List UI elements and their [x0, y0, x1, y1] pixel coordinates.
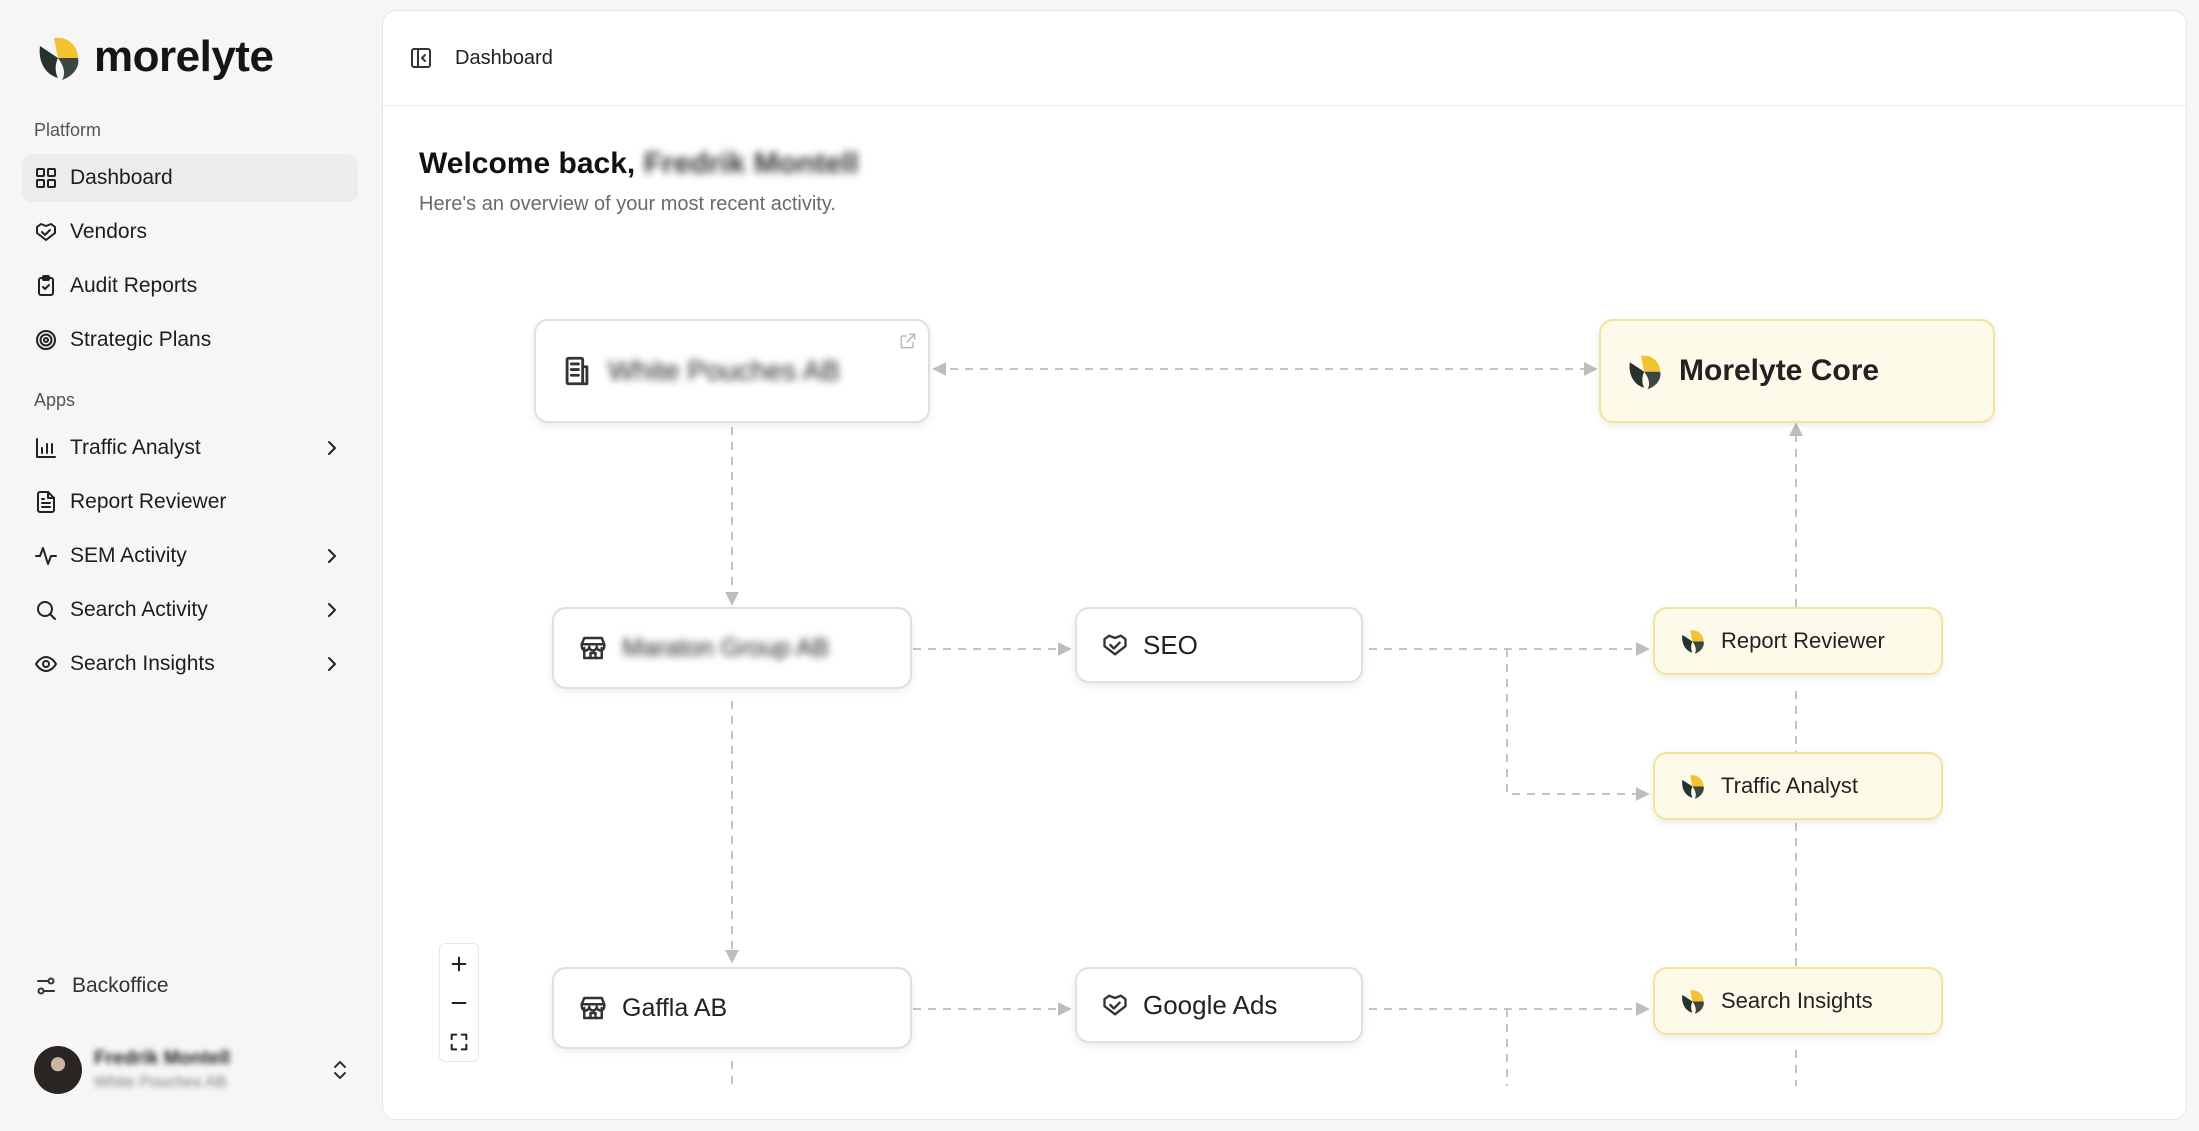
- zoom-in-button[interactable]: [440, 944, 478, 983]
- google-ads-node-label: Google Ads: [1143, 989, 1278, 1020]
- node-report-reviewer[interactable]: Report Reviewer: [1653, 607, 1943, 675]
- user-menu[interactable]: Fredrik Montell White Pouches AB: [34, 1044, 352, 1096]
- sidebar-item-label: Dashboard: [70, 166, 173, 189]
- sidebar-item-label: Search Activity: [70, 598, 208, 621]
- backoffice-label: Backoffice: [72, 974, 169, 997]
- traffic-analyst-node-label: Traffic Analyst: [1721, 773, 1858, 798]
- core-node-label: Morelyte Core: [1679, 354, 1880, 387]
- panel-left-icon: [411, 48, 431, 68]
- handshake-icon: [34, 220, 58, 244]
- sidebar-item-strategic-plans[interactable]: Strategic Plans: [22, 316, 358, 364]
- sliders-icon: [37, 977, 55, 995]
- sidebar-item-label: Report Reviewer: [70, 490, 227, 513]
- sidebar-item-label: Strategic Plans: [70, 328, 212, 351]
- platform-section-label: Platform: [34, 120, 102, 140]
- fit-view-button[interactable]: [440, 1022, 478, 1061]
- store-icon: [578, 633, 608, 663]
- target-icon: [34, 328, 58, 352]
- eye-icon: [34, 652, 58, 676]
- node-vendor-gaffla[interactable]: Gaffla AB: [552, 967, 912, 1049]
- user-org: White Pouches AB: [94, 1074, 227, 1091]
- morelyte-logo-icon: [1679, 627, 1707, 655]
- sidebar-item-search-activity[interactable]: Search Activity: [22, 586, 358, 634]
- morelyte-logo-icon: [39, 37, 79, 80]
- report-reviewer-node-label: Report Reviewer: [1721, 628, 1885, 653]
- sidebar-item-label: SEM Activity: [70, 544, 187, 567]
- sidebar-item-vendors[interactable]: Vendors: [22, 208, 358, 256]
- chevron-right-icon[interactable]: [320, 436, 344, 460]
- layout-grid-icon: [34, 166, 58, 190]
- top-bar: Dashboard: [383, 11, 2186, 106]
- sidebar-item-search-insights[interactable]: Search Insights: [22, 640, 358, 688]
- brand-logo[interactable]: morelyte: [34, 32, 274, 82]
- sidebar-item-label: Search Insights: [70, 652, 215, 675]
- sidebar-toggle-button[interactable]: [409, 46, 433, 70]
- sidebar-item-report-reviewer[interactable]: Report Reviewer: [22, 478, 358, 526]
- sidebar-item-audit-reports[interactable]: Audit Reports: [22, 262, 358, 310]
- zoom-out-button[interactable]: [440, 983, 478, 1022]
- vendor2-node-label: Gaffla AB: [622, 993, 728, 1022]
- apps-section-label: Apps: [34, 390, 76, 410]
- flow-controls: [439, 943, 479, 1062]
- sidebar-item-label: Traffic Analyst: [70, 436, 201, 459]
- maximize-icon: [450, 1033, 468, 1050]
- vendor1-node-label: Maraton Group AB: [622, 633, 830, 662]
- avatar: [34, 1046, 82, 1094]
- welcome-user-name: Fredrik Montell: [643, 147, 859, 180]
- user-name: Fredrik Montell: [94, 1048, 231, 1069]
- bar-chart-icon: [34, 436, 58, 460]
- node-seo[interactable]: SEO: [1075, 607, 1363, 683]
- chevron-right-icon[interactable]: [320, 598, 344, 622]
- node-search-insights[interactable]: Search Insights: [1653, 967, 1943, 1035]
- morelyte-logo-icon: [1679, 987, 1707, 1015]
- breadcrumb: Dashboard: [455, 47, 553, 69]
- node-vendor-maraton[interactable]: Maraton Group AB: [552, 607, 912, 689]
- sidebar-item-label: Audit Reports: [70, 274, 198, 297]
- chevron-right-icon[interactable]: [320, 652, 344, 676]
- morelyte-logo-icon: [1679, 772, 1707, 800]
- plus-icon: [451, 956, 467, 971]
- sidebar-item-sem-activity[interactable]: SEM Activity: [22, 532, 358, 580]
- node-google-ads[interactable]: Google Ads: [1075, 967, 1363, 1043]
- morelyte-logo-icon: [1625, 351, 1665, 391]
- store-icon: [578, 993, 608, 1023]
- seo-node-label: SEO: [1143, 629, 1198, 660]
- handshake-icon: [1101, 631, 1129, 659]
- sidebar-item-traffic-analyst[interactable]: Traffic Analyst: [22, 424, 358, 472]
- handshake-icon: [1101, 991, 1129, 1019]
- building-icon: [560, 354, 594, 388]
- activity-icon: [34, 544, 58, 568]
- node-company[interactable]: White Pouches AB: [534, 319, 930, 423]
- chevron-right-icon[interactable]: [320, 544, 344, 568]
- page-title: Welcome back, Fredrik Montell: [419, 147, 859, 181]
- welcome-prefix: Welcome back,: [419, 147, 636, 180]
- node-morelyte-core[interactable]: Morelyte Core: [1599, 319, 1995, 423]
- brand-name: morelyte: [94, 32, 274, 81]
- clipboard-check-icon: [34, 274, 58, 298]
- external-link-icon[interactable]: [898, 331, 918, 351]
- edge-seo-traffic-analyst: [1506, 649, 1650, 801]
- node-traffic-analyst[interactable]: Traffic Analyst: [1653, 752, 1943, 820]
- main-panel: Dashboard Welcome back, Fredrik Montell …: [382, 10, 2187, 1120]
- minus-icon: [451, 1001, 467, 1004]
- sidebar-item-dashboard[interactable]: Dashboard: [22, 154, 358, 202]
- backoffice-link[interactable]: Backoffice: [34, 966, 169, 1006]
- page-subtitle: Here's an overview of your most recent a…: [419, 193, 836, 215]
- company-node-label: White Pouches AB: [608, 355, 840, 386]
- sidebar-item-label: Vendors: [70, 220, 148, 243]
- sidebar: morelyte Platform Dashboard Vendors Audi…: [0, 0, 382, 1131]
- search-icon: [34, 598, 58, 622]
- file-text-icon: [34, 490, 58, 514]
- search-insights-node-label: Search Insights: [1721, 988, 1873, 1013]
- chevrons-up-down-icon: [328, 1058, 352, 1082]
